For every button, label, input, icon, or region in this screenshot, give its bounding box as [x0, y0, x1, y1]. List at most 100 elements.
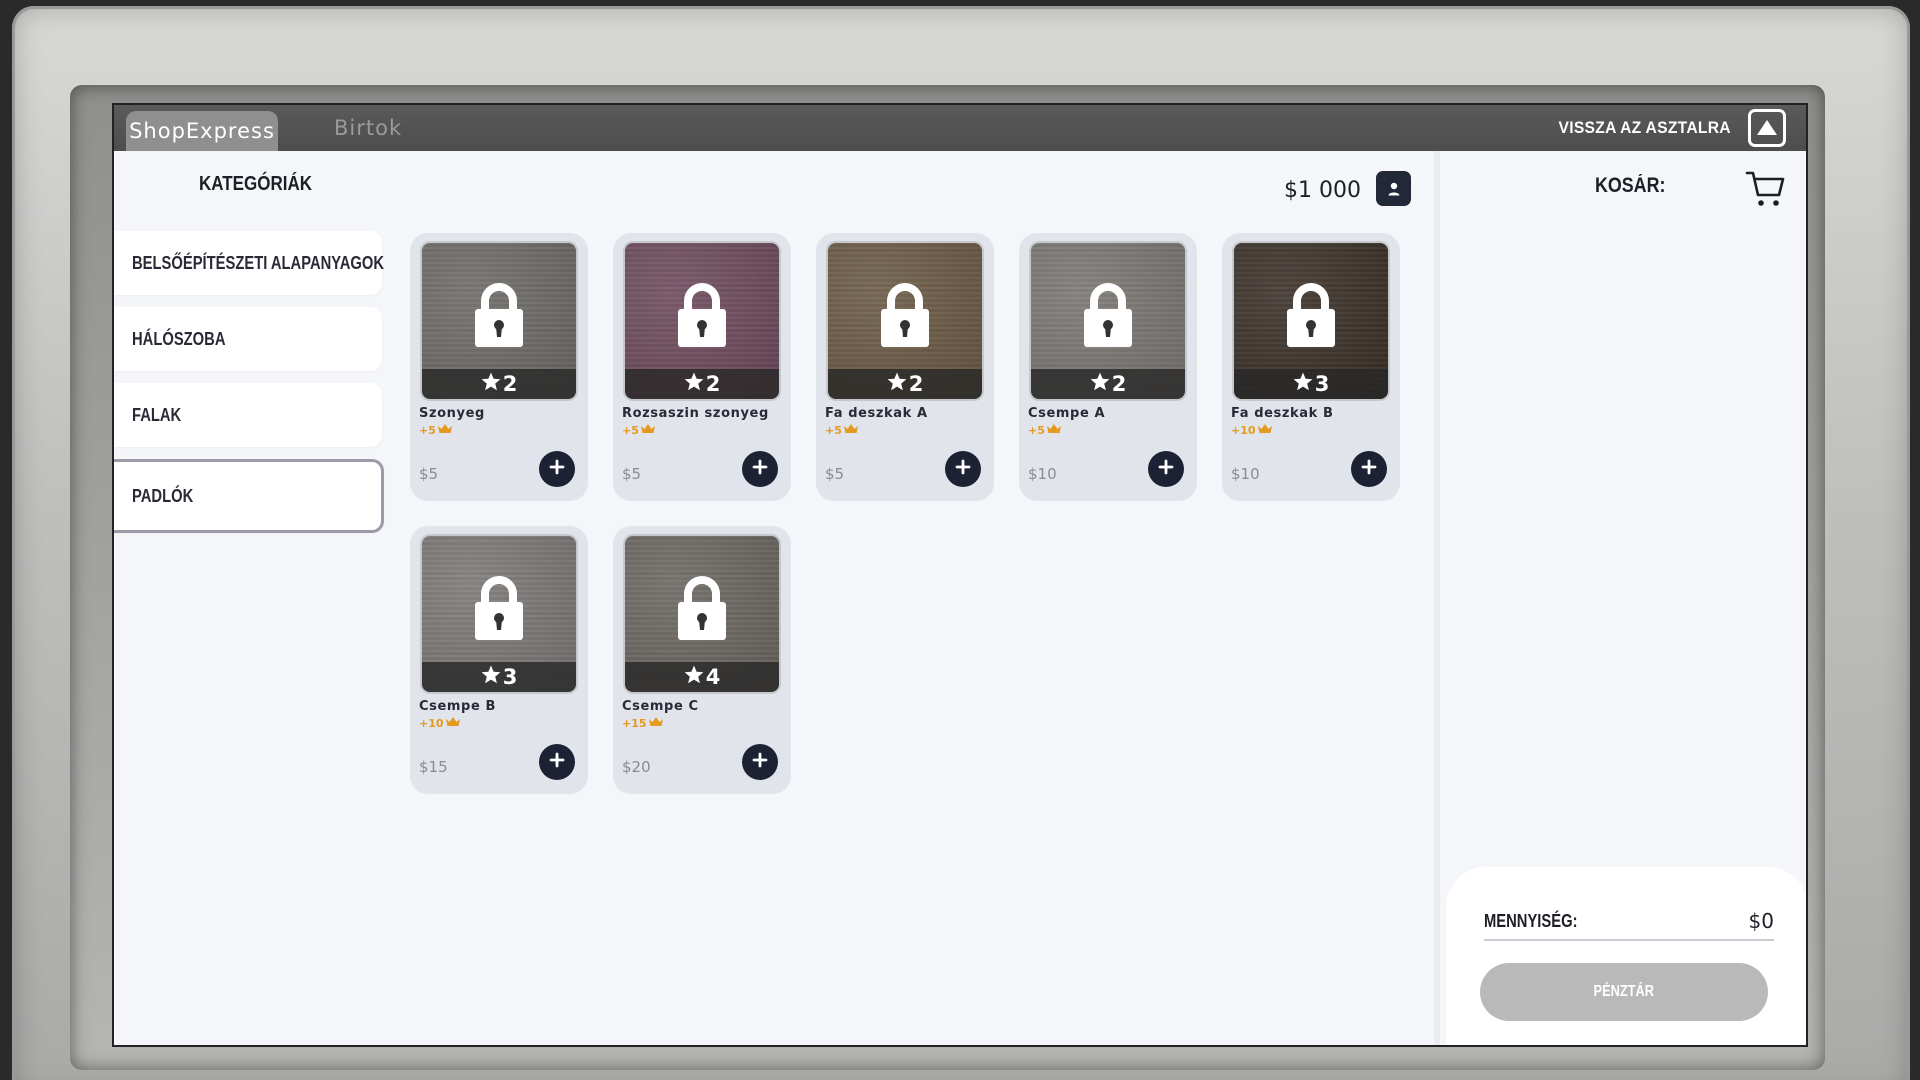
bonus-value: +10	[1231, 423, 1256, 437]
lock-icon	[473, 574, 525, 646]
required-level: 4	[705, 665, 721, 689]
product-thumbnail: 2	[1031, 243, 1185, 399]
lock-icon	[676, 281, 728, 353]
required-level: 2	[502, 372, 518, 396]
category-list: BELSŐÉPÍTÉSZETI ALAPANYAGOK HÁLÓSZOBA FA…	[114, 231, 384, 545]
product-price: $5	[419, 465, 439, 483]
categories-title: KATEGÓRIÁK	[199, 173, 313, 195]
crown-icon	[445, 716, 461, 730]
cart-panel: KOSÁR: MENNYISÉG: $0 PÉNZTÁR	[1434, 151, 1806, 1045]
product-price: $5	[825, 465, 845, 483]
product-card[interactable]: 3 Csempe B +10 $15	[410, 526, 588, 794]
product-thumbnail: 2	[422, 243, 576, 399]
tab-birtok[interactable]: Birtok	[318, 105, 418, 151]
balance-display: $1 000	[1284, 178, 1361, 203]
product-name: Fa deszkak A	[825, 406, 928, 421]
required-level-badge: 3	[1234, 369, 1388, 399]
bonus-value: +5	[622, 423, 639, 437]
required-level: 2	[908, 372, 924, 396]
quantity-divider	[1484, 939, 1774, 941]
prestige-bonus: +5	[419, 423, 453, 437]
required-level: 2	[705, 372, 721, 396]
product-card[interactable]: 3 Fa deszkak B +10 $10	[1222, 233, 1400, 501]
star-icon	[1293, 372, 1313, 396]
checkout-label: PÉNZTÁR	[1593, 983, 1655, 1000]
product-name: Szonyeg	[419, 406, 485, 421]
category-interior-materials[interactable]: BELSŐÉPÍTÉSZETI ALAPANYAGOK	[114, 231, 384, 295]
product-card[interactable]: 2 Szonyeg +5 $5	[410, 233, 588, 501]
prestige-bonus: +5	[1028, 423, 1062, 437]
bonus-value: +5	[419, 423, 436, 437]
prestige-bonus: +5	[622, 423, 656, 437]
category-bedroom[interactable]: HÁLÓSZOBA	[114, 307, 382, 371]
product-name: Csempe B	[419, 699, 496, 714]
plus-icon	[549, 752, 565, 772]
product-card[interactable]: 4 Csempe C +15 $20	[613, 526, 791, 794]
required-level: 3	[502, 665, 518, 689]
star-icon	[1090, 372, 1110, 396]
required-level-badge: 3	[422, 662, 576, 692]
back-to-desk-label: VISSZA AZ ASZTALRA	[1558, 118, 1731, 137]
user-icon	[1388, 182, 1399, 195]
product-card[interactable]: 2 Rozsaszin szonyeg +5 $5	[613, 233, 791, 501]
product-name: Csempe C	[622, 699, 699, 714]
star-icon	[481, 665, 501, 689]
lock-icon	[1082, 281, 1134, 353]
crown-icon	[648, 716, 664, 730]
quantity-label: MENNYISÉG:	[1484, 911, 1578, 931]
required-level-badge: 2	[625, 369, 779, 399]
product-thumbnail: 4	[625, 536, 779, 692]
product-price: $10	[1231, 465, 1260, 483]
cart-icon[interactable]	[1745, 169, 1787, 213]
plus-icon	[549, 459, 565, 479]
product-card[interactable]: 2 Csempe A +5 $10	[1019, 233, 1197, 501]
plus-icon	[955, 459, 971, 479]
required-level-badge: 2	[1031, 369, 1185, 399]
product-card[interactable]: 2 Fa deszkak A +5 $5	[816, 233, 994, 501]
add-to-cart-button[interactable]	[742, 451, 778, 487]
category-floors[interactable]: PADLÓK	[114, 459, 384, 533]
required-level: 2	[1111, 372, 1127, 396]
prestige-bonus: +10	[1231, 423, 1273, 437]
back-to-desk-button[interactable]: VISSZA AZ ASZTALRA	[1551, 109, 1786, 147]
add-to-cart-button[interactable]	[742, 744, 778, 780]
add-to-cart-button[interactable]	[539, 744, 575, 780]
plus-icon	[1158, 459, 1174, 479]
category-label: FALAK	[132, 404, 182, 425]
profile-button[interactable]	[1376, 171, 1411, 206]
shop-screen: ShopExpress Birtok VISSZA AZ ASZTALRA KA…	[114, 105, 1806, 1045]
add-to-cart-button[interactable]	[539, 451, 575, 487]
bonus-value: +10	[419, 716, 444, 730]
category-walls[interactable]: FALAK	[114, 383, 382, 447]
star-icon	[481, 372, 501, 396]
star-icon	[887, 372, 907, 396]
product-thumbnail: 2	[828, 243, 982, 399]
lock-icon	[676, 574, 728, 646]
top-bar: ShopExpress Birtok VISSZA AZ ASZTALRA	[114, 105, 1806, 151]
required-level-badge: 2	[422, 369, 576, 399]
eject-up-icon	[1748, 109, 1786, 147]
quantity-total: $0	[1748, 909, 1774, 933]
add-to-cart-button[interactable]	[1148, 451, 1184, 487]
required-level: 3	[1314, 372, 1330, 396]
plus-icon	[752, 459, 768, 479]
checkout-button[interactable]: PÉNZTÁR	[1480, 963, 1768, 1021]
add-to-cart-button[interactable]	[945, 451, 981, 487]
prestige-bonus: +5	[825, 423, 859, 437]
plus-icon	[1361, 459, 1377, 479]
product-thumbnail: 2	[625, 243, 779, 399]
crown-icon	[843, 423, 859, 437]
add-to-cart-button[interactable]	[1351, 451, 1387, 487]
product-name: Fa deszkak B	[1231, 406, 1334, 421]
tab-shopexpress[interactable]: ShopExpress	[126, 111, 278, 151]
bonus-value: +15	[622, 716, 647, 730]
crown-icon	[1046, 423, 1062, 437]
required-level-badge: 4	[625, 662, 779, 692]
shop-main-panel: KATEGÓRIÁK $1 000 BELSŐÉPÍTÉSZETI ALAPAN…	[114, 151, 1432, 1045]
lock-icon	[1285, 281, 1337, 353]
product-name: Csempe A	[1028, 406, 1106, 421]
plus-icon	[752, 752, 768, 772]
product-name: Rozsaszin szonyeg	[622, 406, 769, 421]
product-price: $5	[622, 465, 642, 483]
product-price: $10	[1028, 465, 1057, 483]
